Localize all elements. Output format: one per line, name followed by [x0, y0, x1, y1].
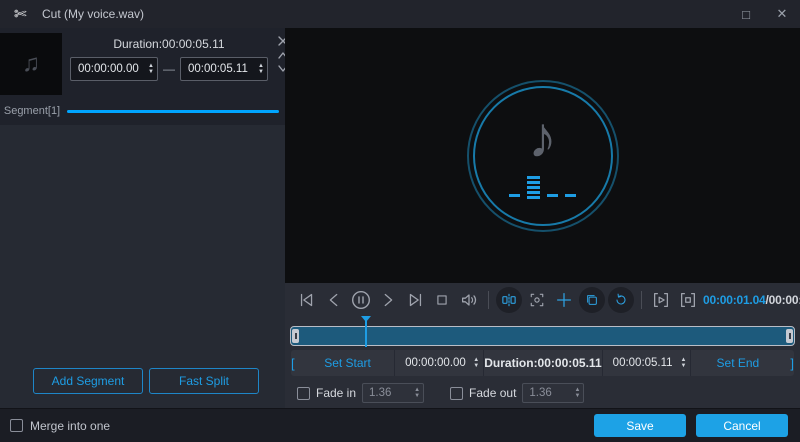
bracket-open: [ [291, 356, 295, 371]
trim-start-handle[interactable] [292, 329, 299, 343]
spinner-up-down-icon[interactable]: ▲▼ [258, 63, 264, 76]
scissors-icon: ✄ [14, 5, 34, 23]
pause-button-icon[interactable] [349, 288, 373, 312]
stop-icon[interactable] [430, 288, 454, 312]
merge-into-one-checkbox[interactable] [10, 419, 23, 432]
fade-out-input[interactable]: ▲▼ [522, 383, 584, 403]
stop-segment-icon[interactable] [676, 288, 700, 312]
skip-to-end-icon[interactable] [403, 288, 427, 312]
segment-end-input[interactable]: ▲▼ [180, 57, 268, 81]
audio-disc: ♪ [467, 80, 619, 232]
trim-duration-label: Duration:00:00:05.11 [483, 350, 601, 376]
copy-segment-icon[interactable] [579, 287, 605, 313]
spinner-up-down-icon[interactable]: ▲▼ [414, 387, 420, 400]
footer-bar: Merge into one Save Cancel [0, 408, 800, 442]
segment-thumbnail[interactable]: ♫ [0, 33, 62, 95]
spinner-up-down-icon[interactable]: ▲▼ [148, 63, 154, 76]
segment-panel: ♫ Duration:00:00:05.11 ▲▼ — [0, 28, 285, 408]
fade-out-checkbox[interactable] [450, 387, 463, 400]
add-segment-plus-icon[interactable] [552, 288, 576, 312]
segment-progress-bar [67, 110, 279, 113]
snapshot-icon[interactable] [525, 288, 549, 312]
play-segment-icon[interactable] [649, 288, 673, 312]
music-note-icon: ♫ [22, 50, 40, 78]
audio-preview-area: ♪ [285, 28, 800, 283]
playhead[interactable] [365, 317, 367, 347]
merge-into-one-label: Merge into one [30, 419, 110, 433]
trim-bar: [ Set Start ▲▼ Duration:00:00:05.11 ▲▼ [291, 350, 794, 376]
skip-to-start-icon[interactable] [295, 288, 319, 312]
trim-end-handle[interactable] [786, 329, 793, 343]
playback-controls: 00:00:01.04/00:00:05.11 [ [285, 283, 800, 408]
timeline [285, 317, 800, 349]
volume-icon[interactable] [457, 288, 481, 312]
fade-in-input[interactable]: ▲▼ [362, 383, 424, 403]
segment-start-input[interactable]: ▲▼ [70, 57, 158, 81]
spinner-up-down-icon[interactable]: ▲▼ [574, 387, 580, 400]
cut-dialog: ✄ Cut (My voice.wav) □ ✕ ♫ Duration:00:0… [0, 0, 800, 442]
add-segment-button[interactable]: Add Segment [33, 368, 143, 394]
window-title: Cut (My voice.wav) [42, 7, 144, 21]
range-separator: — [163, 62, 175, 76]
segment-label: Segment[1] [0, 105, 64, 117]
reset-icon[interactable] [608, 287, 634, 313]
split-icon[interactable] [496, 287, 522, 313]
segment-duration-label: Duration:00:00:05.11 [70, 33, 268, 57]
step-back-icon[interactable] [322, 288, 346, 312]
trim-start-input[interactable]: ▲▼ [394, 350, 483, 376]
music-note-icon: ♪ [528, 109, 557, 167]
spinner-up-down-icon[interactable]: ▲▼ [473, 357, 479, 370]
time-display: 00:00:01.04/00:00:05.11 [703, 293, 800, 307]
equalizer-bars-icon [509, 169, 576, 199]
fade-in-label: Fade in [316, 386, 356, 400]
close-button[interactable]: ✕ [764, 0, 800, 28]
fast-split-button[interactable]: Fast Split [149, 368, 259, 394]
step-forward-icon[interactable] [376, 288, 400, 312]
save-button[interactable]: Save [594, 414, 686, 437]
titlebar: ✄ Cut (My voice.wav) □ ✕ [0, 0, 800, 28]
segment-card[interactable]: ♫ Duration:00:00:05.11 ▲▼ — [0, 28, 285, 125]
set-end-button[interactable]: Set End ] [690, 350, 794, 376]
spinner-up-down-icon[interactable]: ▲▼ [680, 357, 686, 370]
set-start-button[interactable]: [ Set Start [291, 350, 394, 376]
maximize-button[interactable]: □ [728, 0, 764, 28]
trim-end-input[interactable]: ▲▼ [602, 350, 691, 376]
fade-out-label: Fade out [469, 386, 516, 400]
cancel-button[interactable]: Cancel [696, 414, 788, 437]
bracket-close: ] [790, 356, 794, 371]
fade-in-checkbox[interactable] [297, 387, 310, 400]
